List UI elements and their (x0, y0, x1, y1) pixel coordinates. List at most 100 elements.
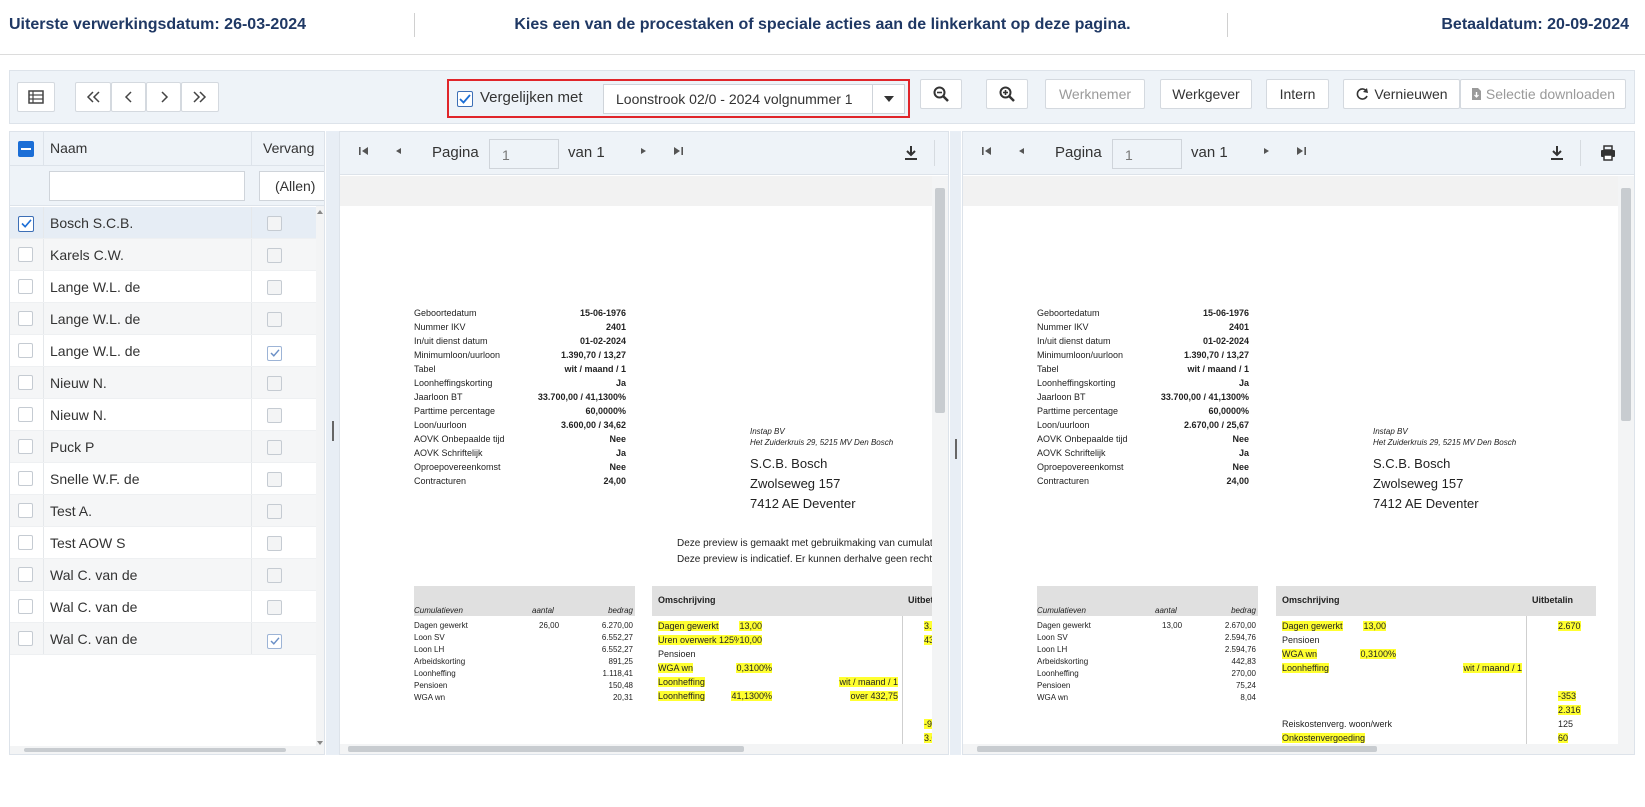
header-bar: Uiterste verwerkingsdatum: 26-03-2024 Ki… (0, 0, 1645, 55)
employee-address-city: 7412 AE Deventer (750, 496, 856, 511)
download-selection-label: Selectie downloaden (1485, 86, 1616, 102)
payment-label: Pensioen (1282, 635, 1320, 645)
grid-view-button[interactable] (17, 82, 55, 112)
werkgever-button[interactable]: Werkgever (1160, 79, 1252, 109)
table-row[interactable]: Snelle W.F. de (10, 463, 318, 495)
scroll-thumb[interactable] (935, 188, 945, 413)
panel-splitter[interactable] (326, 131, 339, 755)
viewer-vertical-scrollbar[interactable] (932, 176, 948, 746)
cum-header-label: Cumulatieven (414, 606, 463, 615)
table-row[interactable]: Puck P (10, 431, 318, 463)
table-row[interactable]: Wal C. van de (10, 623, 318, 655)
scroll-thumb[interactable] (977, 746, 1377, 752)
cell-divider (251, 495, 252, 526)
row-checkbox[interactable] (18, 567, 33, 582)
info-row: Geboortedatum 15-06-1976 (1037, 308, 1249, 322)
row-checkbox[interactable] (18, 247, 33, 262)
table-row[interactable]: Nieuw N. (10, 399, 318, 431)
row-checkbox[interactable] (18, 375, 33, 390)
zoom-out-button[interactable] (920, 79, 962, 109)
download-icon[interactable] (903, 145, 919, 161)
last-page-icon[interactable] (1295, 145, 1307, 157)
payment-header-amount: Uitbetalin (1532, 595, 1574, 605)
first-page-icon[interactable] (358, 145, 370, 157)
table-row[interactable]: Wal C. van de (10, 559, 318, 591)
row-checkbox[interactable] (18, 599, 33, 614)
info-value: 3.600,00 / 34,62 (560, 420, 626, 430)
row-checkbox[interactable] (18, 471, 33, 486)
info-value: wit / maand / 1 (1187, 364, 1249, 374)
caret-down-icon (883, 96, 894, 102)
intern-button[interactable]: Intern (1266, 79, 1329, 109)
row-checkbox[interactable] (18, 215, 34, 232)
row-checkbox[interactable] (18, 631, 33, 646)
compare-checkbox[interactable] (457, 91, 473, 107)
compare-select[interactable]: Loonstrook 02/0 - 2024 volgnummer 1 (603, 84, 905, 114)
werknemer-button[interactable]: Werknemer (1045, 79, 1145, 109)
row-checkbox[interactable] (18, 343, 33, 358)
table-row[interactable]: Bosch S.C.B. (10, 207, 318, 239)
grid-vertical-scrollbar[interactable] (316, 206, 324, 749)
employee-name: Puck P (50, 439, 95, 455)
column-header-naam[interactable]: Naam (50, 140, 87, 156)
cumulatives-table: Cumulatieven aantal bedrag Dagen gewerkt 26,… (414, 586, 635, 704)
page-top-margin (963, 176, 1634, 206)
table-row[interactable]: Lange W.L. de (10, 335, 318, 367)
column-header-vervang[interactable]: Vervang (263, 140, 314, 156)
scroll-thumb[interactable] (1621, 188, 1631, 421)
refresh-button[interactable]: Vernieuwen (1343, 79, 1460, 109)
download-icon[interactable] (1549, 145, 1565, 161)
table-row[interactable]: Test A. (10, 495, 318, 527)
vervang-filter-select[interactable]: (Allen) (259, 171, 324, 201)
cum-bedrag: 891,25 (608, 657, 633, 666)
payment-table: Omschrijving Uitbetalin Dagen gewerkt 13,00… (1276, 586, 1596, 754)
scroll-thumb[interactable] (348, 746, 744, 752)
row-checkbox[interactable] (18, 503, 33, 518)
row-checkbox[interactable] (18, 311, 33, 326)
payment-note: over 432,75 (850, 691, 898, 701)
next-page-icon[interactable] (1260, 145, 1272, 157)
page-number-input[interactable]: 1 (489, 139, 559, 169)
first-page-icon[interactable] (981, 145, 993, 157)
table-row[interactable]: Test AOW S (10, 527, 318, 559)
cell-divider (43, 431, 44, 462)
grid-horizontal-scrollbar[interactable] (10, 746, 324, 754)
payment-header-label: Omschrijving (658, 595, 716, 605)
viewer-horizontal-scrollbar[interactable] (963, 744, 1634, 754)
employer-name: Instap BV (1373, 427, 1408, 436)
viewer-vertical-scrollbar[interactable] (1618, 176, 1634, 746)
table-row[interactable]: Nieuw N. (10, 367, 318, 399)
last-page-icon[interactable] (672, 145, 684, 157)
select-all-checkbox[interactable] (18, 141, 34, 157)
name-filter-input[interactable] (49, 171, 245, 201)
row-checkbox[interactable] (18, 535, 33, 550)
row-checkbox[interactable] (18, 279, 33, 294)
payment-label: Uren overwerk 125% (658, 635, 743, 645)
info-row: AOVK Onbepaalde tijd Nee (1037, 434, 1249, 448)
previous-record-button[interactable] (111, 82, 146, 112)
row-checkbox[interactable] (18, 407, 33, 422)
scroll-thumb[interactable] (24, 748, 286, 752)
table-row[interactable]: Wal C. van de (10, 591, 318, 623)
viewer-splitter[interactable] (950, 131, 961, 755)
download-selection-button[interactable]: Selectie downloaden (1460, 79, 1626, 109)
table-row[interactable]: Lange W.L. de (10, 303, 318, 335)
dropdown-arrow-button[interactable] (872, 85, 904, 113)
employee-address-city: 7412 AE Deventer (1373, 496, 1479, 511)
print-icon[interactable] (1600, 145, 1616, 161)
table-row[interactable]: Karels C.W. (10, 239, 318, 271)
previous-page-icon[interactable] (1016, 145, 1028, 157)
first-record-button[interactable] (75, 82, 111, 112)
viewer-horizontal-scrollbar[interactable] (340, 744, 948, 754)
row-checkbox[interactable] (18, 439, 33, 454)
info-label: Jaarloon BT (414, 392, 463, 402)
cum-label: WGA wn (414, 693, 446, 702)
last-record-button[interactable] (181, 82, 219, 112)
zoom-in-button[interactable] (986, 79, 1028, 109)
table-row[interactable]: Lange W.L. de (10, 271, 318, 303)
next-page-icon[interactable] (637, 145, 649, 157)
next-record-button[interactable] (146, 82, 181, 112)
previous-page-icon[interactable] (393, 145, 405, 157)
cumulative-row: Loonheffing 1.118,41 (414, 669, 635, 680)
page-number-input[interactable]: 1 (1112, 139, 1182, 169)
